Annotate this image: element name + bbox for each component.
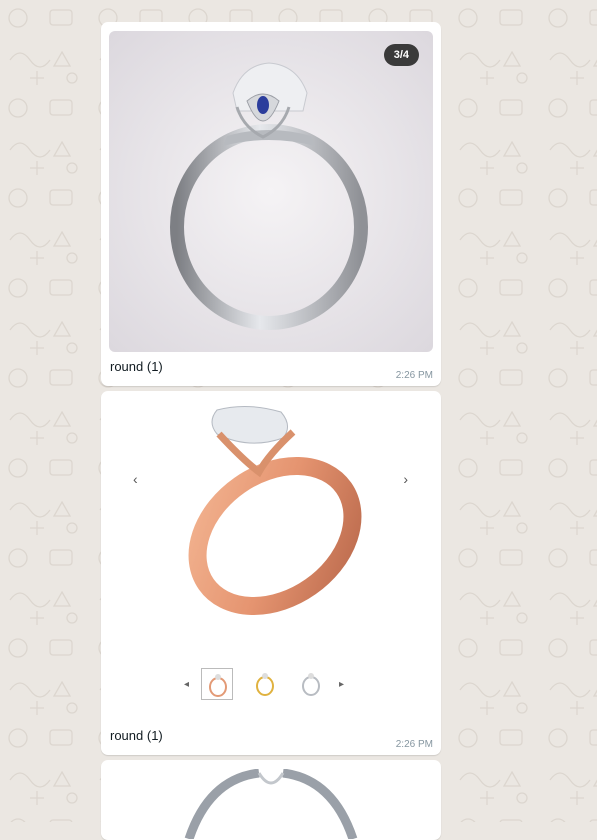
message-caption: round (1) xyxy=(110,728,163,743)
carousel-prev-arrow[interactable]: ‹ xyxy=(133,472,138,486)
thumb-prev-icon[interactable]: ◂ xyxy=(184,679,189,690)
message-caption: round (1) xyxy=(110,359,163,374)
carousel-next-arrow[interactable]: › xyxy=(403,472,408,486)
message-timestamp: 2:26 PM xyxy=(395,739,433,750)
thumb-next-icon[interactable]: ▸ xyxy=(339,679,344,690)
thumbnail-yellow-gold[interactable] xyxy=(249,668,281,700)
image-counter-badge: 3/4 xyxy=(383,44,419,66)
thumbnail-rose-gold[interactable] xyxy=(201,668,233,700)
thumbnail-white-gold[interactable] xyxy=(295,668,327,700)
message-bubble xyxy=(101,760,441,840)
message-bubble: 3/4 round (1) 2:26 PM xyxy=(101,22,441,386)
thumbnail-strip: ◂ ▸ xyxy=(109,668,433,704)
message-timestamp: 2:26 PM xyxy=(395,370,433,381)
image-white-gold-ring[interactable] xyxy=(109,769,433,839)
message-bubble: ‹ › ◂ ▸ round (1) 2:26 PM xyxy=(101,391,441,755)
image-carousel[interactable]: ‹ › ◂ ▸ xyxy=(109,400,433,721)
image-ring-side-view[interactable]: 3/4 xyxy=(109,31,433,352)
